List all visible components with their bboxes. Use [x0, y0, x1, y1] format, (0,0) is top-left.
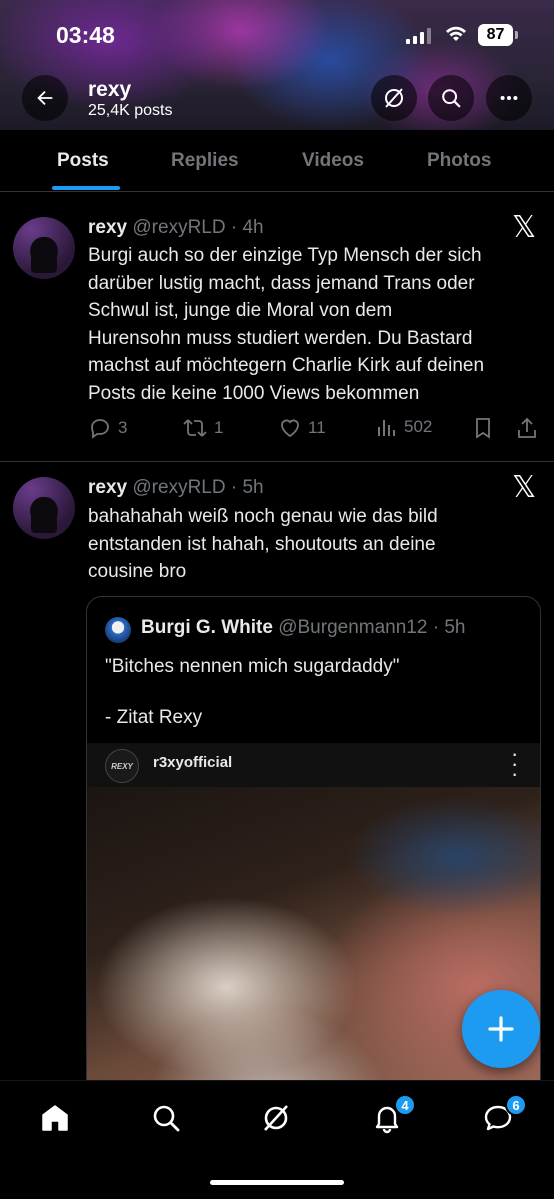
quote-author-name[interactable]: Burgi G. White [141, 617, 273, 638]
active-tab-indicator [52, 186, 120, 190]
search-icon [153, 1105, 180, 1132]
back-arrow-icon [37, 90, 53, 106]
profile-header-banner: 03:48 87 rexy 25,4K posts [0, 0, 554, 130]
post-divider [0, 461, 554, 462]
post-time: · 4h [230, 217, 264, 238]
reply-button[interactable]: 3 [88, 416, 127, 440]
like-button[interactable]: 11 [278, 416, 326, 440]
grok-button[interactable] [371, 75, 417, 121]
media-account-name: r3xyofficial [153, 754, 233, 771]
notifications-badge: 4 [394, 1094, 416, 1116]
status-time: 03:48 [56, 22, 115, 48]
post-actions: 3 1 11 502 [88, 416, 538, 446]
like-count: 11 [308, 418, 326, 437]
grok-icon [264, 1105, 288, 1131]
nav-home[interactable] [38, 1101, 72, 1135]
bookmark-icon [476, 418, 490, 439]
compose-button[interactable] [462, 990, 540, 1068]
quote-author-handle[interactable]: @Burgenmann12 [278, 617, 427, 638]
repost-button[interactable]: 1 [182, 416, 223, 440]
more-options-button[interactable] [486, 75, 532, 121]
profile-tabs: Posts Replies Videos Photos [0, 130, 554, 192]
media-more-icon: · · · [511, 741, 519, 786]
battery-indicator: 87 [478, 24, 513, 46]
nav-grok[interactable] [259, 1101, 293, 1135]
quote-header: Burgi G. White @Burgenmann12 · 5h [141, 617, 465, 639]
share-button[interactable] [516, 416, 538, 440]
wifi-icon [446, 26, 466, 41]
search-icon [442, 89, 461, 108]
repost-count: 1 [214, 418, 224, 437]
views-button[interactable]: 502 [376, 416, 432, 438]
media-photo[interactable] [87, 787, 540, 1105]
quote-text: "Bitches nennen mich sugardaddy" [105, 656, 400, 677]
media-account-avatar: REXY [105, 749, 139, 783]
tab-videos[interactable]: Videos [302, 150, 364, 172]
messages-badge: 6 [505, 1094, 527, 1116]
post-author-name[interactable]: rexy [88, 477, 127, 498]
quote-avatar[interactable] [105, 617, 131, 643]
views-count: 502 [404, 417, 433, 436]
quote-text-attribution: - Zitat Rexy [105, 707, 203, 728]
post-author-handle[interactable]: @rexyRLD [132, 217, 225, 238]
quote-time: · 5h [432, 617, 466, 638]
post-header: rexy @rexyRLD · 4h [88, 217, 264, 239]
post-text: Burgi auch so der einzige Typ Mensch der… [88, 245, 485, 404]
tab-photos[interactable]: Photos [427, 150, 491, 172]
profile-name: rexy [88, 78, 132, 101]
compose-icon [488, 1016, 514, 1042]
home-icon [42, 1105, 68, 1131]
post-text: bahahahah weiß noch genau wie das bild e… [88, 506, 438, 582]
profile-posts-count: 25,4K posts [88, 102, 173, 119]
back-button[interactable] [22, 75, 68, 121]
tab-replies[interactable]: Replies [171, 150, 239, 172]
repost-icon [183, 419, 207, 437]
post-time: · 5h [230, 477, 264, 498]
avatar[interactable] [13, 477, 75, 539]
post-author-name[interactable]: rexy [88, 217, 127, 238]
post-author-handle[interactable]: @rexyRLD [132, 477, 225, 498]
home-indicator [210, 1180, 344, 1185]
avatar[interactable] [13, 217, 75, 279]
reply-count: 3 [118, 418, 128, 437]
battery-tip [515, 31, 518, 39]
embedded-post-bar: REXY r3xyofficial · · · [87, 741, 540, 787]
status-bar: 03:48 87 [0, 0, 554, 70]
nav-search[interactable] [149, 1101, 183, 1135]
bookmark-button[interactable] [472, 416, 494, 440]
post-header: rexy @rexyRLD · 5h [88, 477, 264, 499]
signal-icon [406, 28, 431, 44]
reply-icon [91, 419, 109, 439]
views-icon [378, 420, 395, 436]
search-button[interactable] [428, 75, 474, 121]
like-icon [281, 419, 299, 438]
x-logo-icon: 𝕏 [512, 210, 537, 245]
grok-icon [385, 88, 403, 108]
share-icon [518, 417, 536, 438]
more-icon [500, 95, 518, 101]
tab-posts[interactable]: Posts [57, 150, 109, 172]
x-logo-icon: 𝕏 [512, 470, 537, 505]
